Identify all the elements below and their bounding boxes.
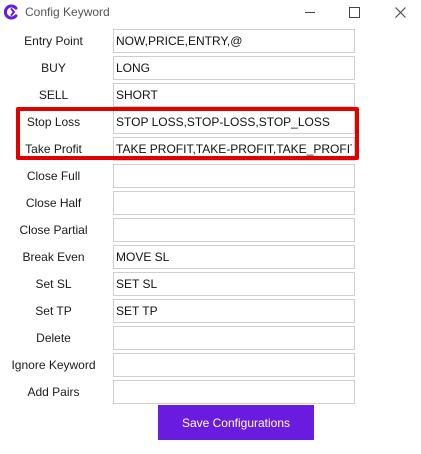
row-close-full: Close Full <box>0 164 421 188</box>
row-buy: BUY <box>0 56 421 80</box>
maximize-icon <box>348 6 360 18</box>
close-half-input[interactable] <box>113 191 355 215</box>
buy-input[interactable] <box>113 56 355 80</box>
delete-label: Delete <box>36 331 71 345</box>
delete-input[interactable] <box>113 326 355 350</box>
maximize-button[interactable] <box>334 0 374 24</box>
close-full-input[interactable] <box>113 164 355 188</box>
minimize-icon <box>305 11 315 13</box>
entry-point-label: Entry Point <box>24 34 83 48</box>
close-button[interactable] <box>380 0 420 24</box>
stop-loss-input[interactable] <box>113 110 355 134</box>
title-bar: Config Keyword <box>0 0 421 24</box>
set-tp-label: Set TP <box>35 304 72 318</box>
row-add-pairs: Add Pairs <box>0 380 421 404</box>
close-half-label: Close Half <box>25 196 82 210</box>
close-partial-input[interactable] <box>113 218 355 242</box>
close-partial-label: Close Partial <box>19 223 88 237</box>
row-take-profit: Take Profit <box>0 137 421 161</box>
buy-label: BUY <box>41 61 66 75</box>
row-ignore-keyword: Ignore Keyword <box>0 353 421 377</box>
minimize-button[interactable] <box>290 0 330 24</box>
app-logo-icon <box>3 4 19 20</box>
stop-loss-label: Stop Loss <box>26 115 81 129</box>
entry-point-input[interactable] <box>113 29 355 53</box>
row-close-partial: Close Partial <box>0 218 421 242</box>
set-sl-input[interactable] <box>113 272 355 296</box>
break-even-input[interactable] <box>113 245 355 269</box>
row-stop-loss: Stop Loss <box>0 110 421 134</box>
row-entry-point: Entry Point <box>0 29 421 53</box>
set-sl-label: Set SL <box>35 277 72 291</box>
row-sell: SELL <box>0 83 421 107</box>
row-set-tp: Set TP <box>0 299 421 323</box>
ignore-keyword-label: Ignore Keyword <box>11 358 96 372</box>
take-profit-label: Take Profit <box>25 142 82 156</box>
save-configurations-button[interactable]: Save Configurations <box>158 405 314 440</box>
close-icon <box>394 6 406 18</box>
row-close-half: Close Half <box>0 191 421 215</box>
add-pairs-label: Add Pairs <box>27 385 80 399</box>
set-tp-input[interactable] <box>113 299 355 323</box>
add-pairs-input[interactable] <box>113 380 355 404</box>
sell-input[interactable] <box>113 83 355 107</box>
row-break-even: Break Even <box>0 245 421 269</box>
window-title: Config Keyword <box>25 5 110 19</box>
row-delete: Delete <box>0 326 421 350</box>
take-profit-input[interactable] <box>113 137 355 161</box>
row-set-sl: Set SL <box>0 272 421 296</box>
break-even-label: Break Even <box>22 250 85 264</box>
ignore-keyword-input[interactable] <box>113 353 355 377</box>
sell-label: SELL <box>38 88 69 102</box>
close-full-label: Close Full <box>26 169 81 183</box>
